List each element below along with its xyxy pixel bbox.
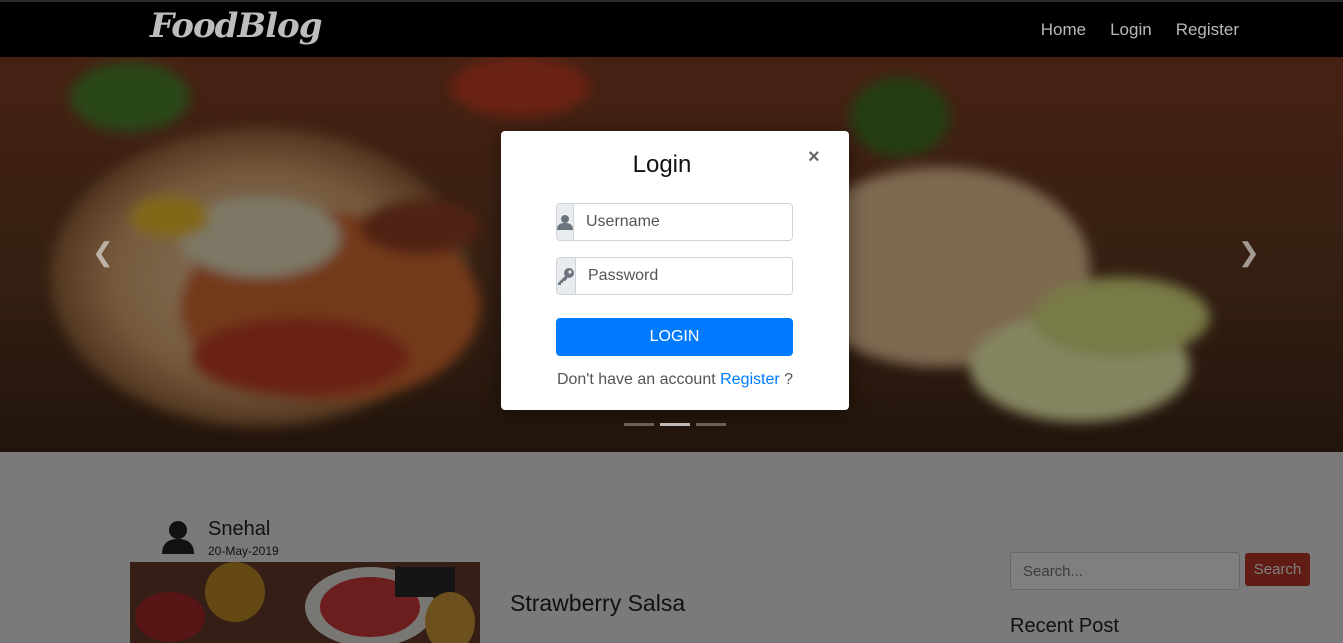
carousel-indicators <box>624 423 726 426</box>
carousel-indicator[interactable] <box>624 423 654 426</box>
username-field[interactable] <box>574 204 792 240</box>
chevron-right-icon[interactable]: ❯ <box>1238 237 1260 268</box>
login-modal: Login × LOGIN Don't have an account Regi… <box>501 131 849 410</box>
brand-logo[interactable]: FoodBlog <box>150 6 323 46</box>
key-icon <box>557 258 576 294</box>
close-icon[interactable]: × <box>808 147 820 167</box>
username-input-group <box>556 203 793 241</box>
password-field[interactable] <box>576 258 792 294</box>
nav-login-link[interactable]: Login <box>1110 20 1152 40</box>
nav-register-link[interactable]: Register <box>1176 20 1239 40</box>
nav-links: Home Login Register <box>1041 20 1239 40</box>
chevron-left-icon[interactable]: ❮ <box>92 237 114 268</box>
navbar: FoodBlog Home Login Register <box>0 0 1343 57</box>
login-button[interactable]: LOGIN <box>556 318 793 356</box>
carousel-indicator[interactable] <box>696 423 726 426</box>
carousel-indicator-active[interactable] <box>660 423 690 426</box>
user-icon <box>557 204 574 240</box>
modal-backdrop[interactable] <box>0 452 1343 643</box>
password-input-group <box>556 257 793 295</box>
modal-title: Login <box>632 151 692 178</box>
register-prompt-suffix: ? <box>784 371 794 388</box>
register-link[interactable]: Register <box>720 371 780 388</box>
register-prompt: Don't have an account Register ? <box>501 371 849 389</box>
nav-home-link[interactable]: Home <box>1041 20 1086 40</box>
register-prompt-text: Don't have an account <box>556 371 716 388</box>
